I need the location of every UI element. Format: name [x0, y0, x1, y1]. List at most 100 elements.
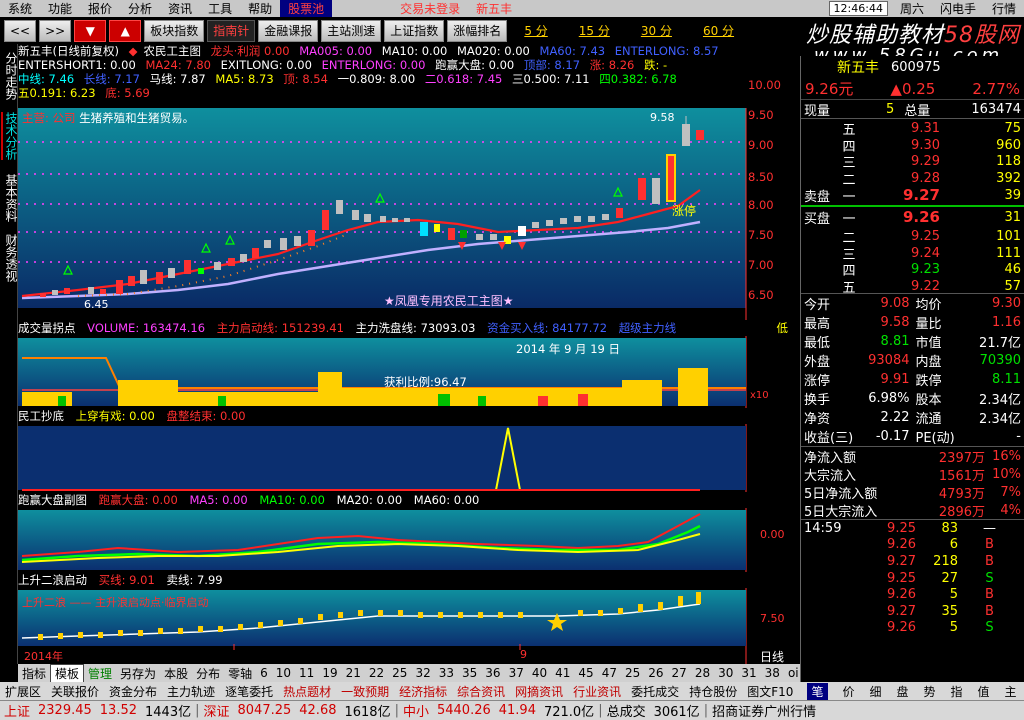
qtab-price[interactable]: 价: [842, 683, 854, 700]
sector-index-button[interactable]: 板块指数: [144, 19, 205, 42]
qtab-book[interactable]: 盘: [896, 683, 908, 700]
info-web-news[interactable]: 网摘资讯: [510, 683, 568, 700]
info-economic[interactable]: 经济指标: [394, 683, 452, 700]
tab-num[interactable]: 32: [411, 666, 434, 680]
menu-tools[interactable]: 工具: [200, 0, 240, 17]
qtab-trend[interactable]: 势: [923, 683, 935, 700]
menu-quote[interactable]: 报价: [80, 0, 120, 17]
tab-zero-axis[interactable]: 零轴: [224, 665, 256, 682]
tab-num[interactable]: 33: [435, 666, 458, 680]
flash-trade-button[interactable]: 闪电手: [932, 0, 984, 17]
info-industry-news[interactable]: 行业资讯: [568, 683, 626, 700]
info-holdings[interactable]: 持仓股份: [684, 683, 742, 700]
chart-area[interactable]: 新五丰(日线前复权) ◆ 农民工主图 龙头·利润 0.00 MA005: 0.00…: [18, 44, 800, 664]
compass-button[interactable]: 指南针: [207, 19, 256, 42]
tab-num[interactable]: 6: [256, 666, 272, 680]
info-fund-dist[interactable]: 资金分布: [104, 683, 162, 700]
quote-menu[interactable]: 行情: [984, 0, 1024, 17]
server-speed-button[interactable]: 主站测速: [321, 19, 382, 42]
info-main-track[interactable]: 主力轨迹: [162, 683, 220, 700]
down-arrow-icon[interactable]: ▼: [74, 19, 107, 42]
tab-num[interactable]: 25: [388, 666, 411, 680]
bid-row[interactable]: 二 9.25 101: [801, 227, 1024, 246]
qtab-ticks[interactable]: 笔: [807, 682, 828, 700]
tab-num[interactable]: 31: [737, 666, 760, 680]
info-f10[interactable]: 图文F10: [742, 683, 798, 700]
tab-indicator[interactable]: 指标: [18, 665, 50, 682]
back-button[interactable]: <<: [4, 19, 37, 42]
menu-stock-pool[interactable]: 股票池: [280, 0, 333, 17]
bid-row[interactable]: 买盘一 9.26 31: [801, 207, 1024, 227]
tab-num[interactable]: 28: [691, 666, 714, 680]
ask-row[interactable]: 卖盘一 9.27 39: [801, 185, 1024, 205]
tab-financials[interactable]: 财务透视: [1, 234, 18, 282]
period-30min[interactable]: 30 分: [627, 22, 686, 39]
info-related-quote[interactable]: 关联报价: [46, 683, 104, 700]
tab-num[interactable]: 22: [365, 666, 388, 680]
ask-row[interactable]: 三 9.29 118: [801, 152, 1024, 171]
index-sz-name[interactable]: 深证: [199, 701, 233, 720]
tab-num[interactable]: 30: [714, 666, 737, 680]
index-sme-name[interactable]: 中小: [399, 701, 433, 720]
bid-row[interactable]: 四 9.23 46: [801, 260, 1024, 279]
index-sh-name[interactable]: 上证: [0, 701, 34, 720]
period-15min[interactable]: 15 分: [565, 22, 624, 39]
qtab-value[interactable]: 值: [977, 683, 989, 700]
tab-num[interactable]: 38: [761, 666, 784, 680]
bid-row[interactable]: 三 9.24 111: [801, 244, 1024, 263]
tab-distribution[interactable]: 分布: [192, 665, 224, 682]
tab-num[interactable]: 19: [318, 666, 341, 680]
tab-num[interactable]: 27: [668, 666, 691, 680]
qtab-detail[interactable]: 细: [869, 683, 881, 700]
finance-lesson-button[interactable]: 金融课报: [258, 19, 319, 42]
info-composite-news[interactable]: 综合资讯: [452, 683, 510, 700]
tab-manage[interactable]: 管理: [84, 665, 116, 682]
menu-system[interactable]: 系统: [0, 0, 40, 17]
qtab-index[interactable]: 指: [950, 683, 962, 700]
tick-list[interactable]: 14:59 9.25 83 — 9.26 6 B 9.27 218 B 9.25 27 S 9.2…: [801, 520, 1024, 636]
period-daily-label[interactable]: 日线: [760, 648, 784, 665]
menu-function[interactable]: 功能: [40, 0, 80, 17]
tab-num[interactable]: 26: [644, 666, 667, 680]
tab-save-as[interactable]: 另存为: [116, 665, 160, 682]
volume-panel-title[interactable]: 成交量拐点: [18, 321, 76, 335]
up-arrow-icon[interactable]: ▲: [109, 19, 142, 42]
tab-num[interactable]: 10: [272, 666, 295, 680]
tab-num[interactable]: 11: [295, 666, 318, 680]
menu-news[interactable]: 资讯: [160, 0, 200, 17]
tab-num[interactable]: 41: [551, 666, 574, 680]
tab-num[interactable]: 47: [598, 666, 621, 680]
info-hot-topic[interactable]: 热点题材: [278, 683, 336, 700]
menu-analysis[interactable]: 分析: [120, 0, 160, 17]
period-60min[interactable]: 60 分: [689, 22, 748, 39]
ask-row[interactable]: 四 9.30 960: [801, 136, 1024, 155]
tab-num[interactable]: 45: [574, 666, 597, 680]
bid-row[interactable]: 五 9.22 57: [801, 277, 1024, 296]
tab-num[interactable]: 25: [621, 666, 644, 680]
tab-num[interactable]: 36: [481, 666, 504, 680]
menu-help[interactable]: 帮助: [240, 0, 280, 17]
tab-template[interactable]: 模板: [50, 663, 85, 683]
ask-row[interactable]: 五 9.31 75: [801, 119, 1024, 138]
ask-row[interactable]: 二 9.28 392: [801, 169, 1024, 188]
tab-timeshare[interactable]: 分时走势: [1, 52, 18, 100]
panel4-title[interactable]: 跑赢大盘副图: [18, 493, 87, 507]
shanghai-index-button[interactable]: 上证指数: [384, 19, 445, 42]
qtab-main[interactable]: 主: [1004, 683, 1016, 700]
panel5-title[interactable]: 上升二浪启动: [18, 573, 87, 587]
tab-num[interactable]: 37: [505, 666, 528, 680]
info-consensus[interactable]: 一致预期: [336, 683, 394, 700]
panel3-title[interactable]: 民工抄底: [18, 409, 64, 423]
tab-technical[interactable]: 技术分析: [1, 112, 18, 160]
info-extended[interactable]: 扩展区: [0, 683, 46, 700]
tab-num[interactable]: 40: [528, 666, 551, 680]
info-orders[interactable]: 委托成交: [626, 683, 684, 700]
tab-num[interactable]: 35: [458, 666, 481, 680]
info-tick-order[interactable]: 逐笔委托: [220, 683, 278, 700]
tab-num[interactable]: 21: [342, 666, 365, 680]
tab-this-stock[interactable]: 本股: [160, 665, 192, 682]
period-5min[interactable]: 5 分: [510, 22, 561, 39]
tab-fundamentals[interactable]: 基本资料: [1, 174, 18, 222]
forward-button[interactable]: >>: [39, 19, 72, 42]
trade-status[interactable]: 交易未登录: [392, 0, 468, 17]
